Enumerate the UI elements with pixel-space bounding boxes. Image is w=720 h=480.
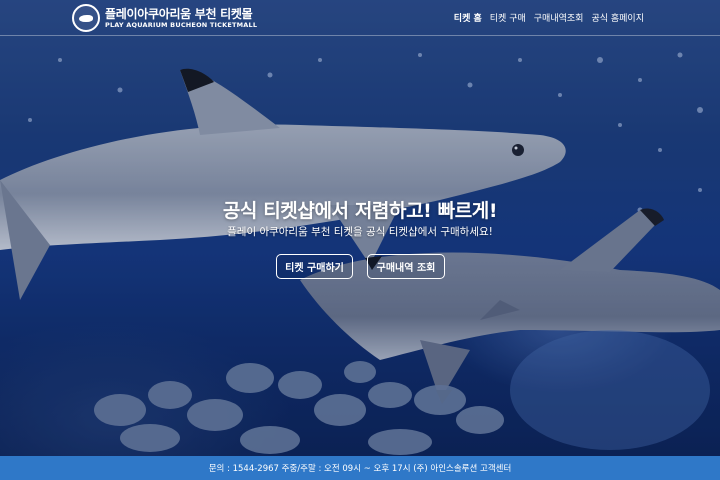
main-nav: 티켓 홈 티켓 구매 구매내역조회 공식 홈페이지: [454, 11, 644, 24]
nav-ticket-buy[interactable]: 티켓 구매: [490, 11, 526, 24]
site-header: 플레이아쿠아리움 부천 티켓몰 PLAY AQUARIUM BUCHEON TI…: [0, 0, 720, 36]
aquarium-logo-icon: [72, 4, 100, 32]
nav-ticket-home[interactable]: 티켓 홈: [454, 11, 482, 24]
logo[interactable]: 플레이아쿠아리움 부천 티켓몰 PLAY AQUARIUM BUCHEON TI…: [72, 3, 257, 33]
buy-ticket-button[interactable]: 티켓 구매하기: [276, 254, 353, 279]
footer-text: 문의 : 1544-2967 주중/주말 : 오전 09시 ~ 오후 17시 (…: [208, 464, 512, 474]
purchase-history-button[interactable]: 구매내역 조회: [367, 254, 445, 279]
hero-headline: 공식 티켓샵에서 저렴하고! 빠르게!: [222, 200, 498, 222]
footer-contact: 문의 : 1544-2967 주중/주말 : 오전 09시 ~ 오후 17시 (…: [0, 456, 720, 480]
logo-title: 플레이아쿠아리움 부천 티켓몰: [105, 6, 253, 21]
nav-official-site[interactable]: 공식 홈페이지: [591, 11, 644, 24]
nav-purchase-history[interactable]: 구매내역조회: [534, 11, 584, 24]
logo-subtitle: PLAY AQUARIUM BUCHEON TICKETMALL: [105, 20, 258, 29]
hero-subline: 플레이 아쿠아리움 부천 티켓을 공식 티켓샵에서 구매하세요!: [227, 226, 493, 238]
